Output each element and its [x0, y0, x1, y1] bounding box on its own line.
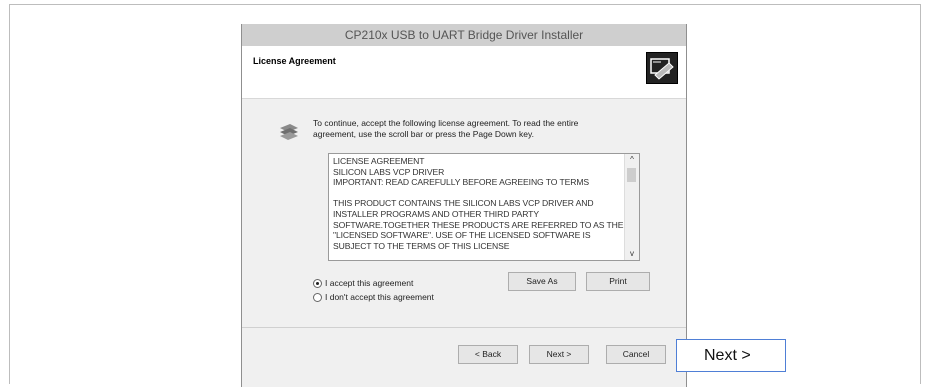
installer-icon: [646, 52, 678, 84]
accept-radio-icon[interactable]: [313, 278, 322, 288]
save-as-button[interactable]: Save As: [508, 272, 576, 291]
scroll-thumb[interactable]: [627, 168, 636, 182]
decline-radio-label[interactable]: I don't accept this agreement: [325, 292, 434, 302]
dialog-header: License Agreement: [242, 46, 686, 99]
back-button[interactable]: < Back: [458, 345, 518, 364]
cancel-button[interactable]: Cancel: [606, 345, 666, 364]
license-text: LICENSE AGREEMENT SILICON LABS VCP DRIVE…: [333, 156, 624, 251]
intro-line-1: To continue, accept the following licens…: [313, 118, 579, 128]
accept-radio-label[interactable]: I accept this agreement: [325, 278, 413, 288]
decline-radio-icon[interactable]: [313, 292, 322, 302]
scroll-up-icon[interactable]: ^: [625, 155, 639, 164]
page-title: License Agreement: [253, 56, 336, 66]
decline-radio[interactable]: I don't accept this agreement: [313, 292, 434, 302]
license-icon: [278, 122, 300, 147]
license-textbox[interactable]: LICENSE AGREEMENT SILICON LABS VCP DRIVE…: [328, 153, 640, 261]
intro-line-2: agreement, use the scroll bar or press t…: [313, 129, 534, 139]
dialog-title: CP210x USB to UART Bridge Driver Install…: [242, 24, 686, 46]
next-callout: Next >: [676, 339, 786, 372]
next-button[interactable]: Next >: [529, 345, 589, 364]
scroll-down-icon[interactable]: v: [625, 249, 639, 258]
intro-text: To continue, accept the following licens…: [313, 118, 653, 140]
installer-dialog: CP210x USB to UART Bridge Driver Install…: [241, 24, 687, 387]
print-button[interactable]: Print: [586, 272, 650, 291]
footer-divider: [242, 327, 686, 328]
license-scrollbar[interactable]: ^ v: [624, 154, 639, 260]
accept-radio[interactable]: I accept this agreement: [313, 278, 413, 288]
